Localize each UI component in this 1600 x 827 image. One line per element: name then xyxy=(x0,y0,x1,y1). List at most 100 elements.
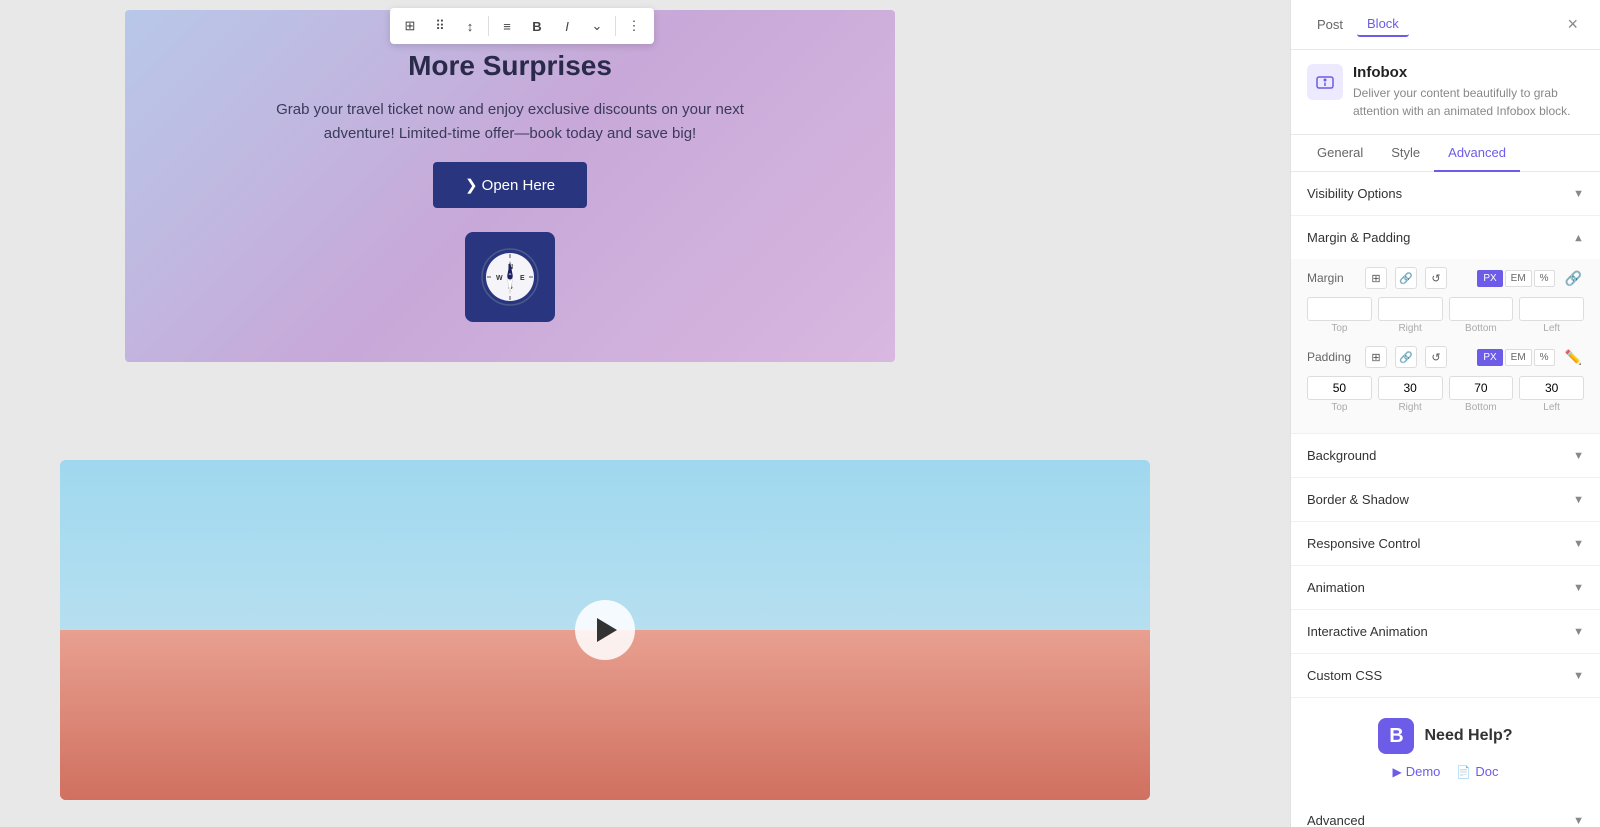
toolbar-italic[interactable]: I xyxy=(553,12,581,40)
padding-right-group: Right xyxy=(1378,376,1443,413)
svg-text:E: E xyxy=(520,275,525,282)
padding-chain-btn[interactable]: ✏️ xyxy=(1563,347,1584,368)
toolbar-options[interactable]: ⋮ xyxy=(620,12,648,40)
doc-label: Doc xyxy=(1475,764,1498,779)
accordion-margin-padding-header[interactable]: Margin & Padding ▼ xyxy=(1291,216,1600,259)
margin-link-btn[interactable]: 🔗 xyxy=(1395,267,1417,289)
svg-text:W: W xyxy=(496,275,503,282)
toolbar-block-icon[interactable]: ⊞ xyxy=(396,12,424,40)
margin-right-label: Right xyxy=(1398,323,1421,334)
accordion-background: Background ▼ xyxy=(1291,434,1600,478)
block-description: Deliver your content beautifully to grab… xyxy=(1353,84,1584,120)
accordion-advanced-bottom-header[interactable]: Advanced ▼ xyxy=(1291,799,1600,827)
panel-header: Post Block × xyxy=(1291,0,1600,50)
demo-label: Demo xyxy=(1406,764,1441,779)
margin-unit-em[interactable]: EM xyxy=(1505,270,1532,287)
demo-link[interactable]: ▶ Demo xyxy=(1393,764,1441,779)
toolbar-divider-1 xyxy=(488,16,489,36)
tab-block[interactable]: Block xyxy=(1357,12,1409,37)
accordion-advanced-bottom: Advanced ▼ xyxy=(1291,799,1600,827)
accordion-background-header[interactable]: Background ▼ xyxy=(1291,434,1600,477)
infobox-description: Grab your travel ticket now and enjoy ex… xyxy=(260,98,760,146)
accordion-margin-padding-chevron: ▼ xyxy=(1573,232,1584,244)
accordion-animation-header[interactable]: Animation ▼ xyxy=(1291,566,1600,609)
margin-bottom-label: Bottom xyxy=(1465,323,1497,334)
margin-bottom-input[interactable] xyxy=(1449,297,1514,321)
margin-left-input[interactable] xyxy=(1519,297,1584,321)
accordion-animation-label: Animation xyxy=(1307,580,1365,595)
padding-bottom-input[interactable] xyxy=(1449,376,1514,400)
toolbar-move[interactable]: ⠿ xyxy=(426,12,454,40)
video-block xyxy=(60,460,1150,800)
sub-tab-style[interactable]: Style xyxy=(1377,135,1434,172)
accordion-custom-css-label: Custom CSS xyxy=(1307,668,1382,683)
padding-top-group: Top xyxy=(1307,376,1372,413)
margin-reset-btn[interactable]: ↺ xyxy=(1425,267,1447,289)
accordion-animation: Animation ▼ xyxy=(1291,566,1600,610)
margin-unit-px[interactable]: PX xyxy=(1477,270,1502,287)
padding-bottom-group: Bottom xyxy=(1449,376,1514,413)
block-info-text: Infobox Deliver your content beautifully… xyxy=(1353,64,1584,120)
padding-link-btn[interactable]: 🔗 xyxy=(1395,346,1417,368)
accordion-interactive-animation-header[interactable]: Interactive Animation ▼ xyxy=(1291,610,1600,653)
margin-unit-percent[interactable]: % xyxy=(1534,270,1555,287)
padding-label: Padding xyxy=(1307,350,1357,364)
accordion-responsive-control: Responsive Control ▼ xyxy=(1291,522,1600,566)
margin-label: Margin xyxy=(1307,271,1357,285)
infobox-title: More Surprises xyxy=(408,50,612,82)
doc-icon: 📄 xyxy=(1456,765,1471,779)
margin-padding-content: Margin ⊞ 🔗 ↺ PX EM % 🔗 Top Right xyxy=(1291,259,1600,433)
compass-svg: N S E W xyxy=(480,247,540,307)
accordion-margin-padding: Margin & Padding ▼ Margin ⊞ 🔗 ↺ PX EM % … xyxy=(1291,216,1600,434)
block-type-icon xyxy=(1307,64,1343,100)
margin-bottom-group: Bottom xyxy=(1449,297,1514,334)
doc-link[interactable]: 📄 Doc xyxy=(1456,764,1498,779)
accordion-animation-chevron: ▼ xyxy=(1573,582,1584,594)
padding-unit-px[interactable]: PX xyxy=(1477,349,1502,366)
margin-left-group: Left xyxy=(1519,297,1584,334)
toolbar-transform[interactable]: ↕ xyxy=(456,12,484,40)
tab-post[interactable]: Post xyxy=(1307,12,1353,37)
panel-tab-group: Post Block xyxy=(1307,12,1409,37)
infobox-block-icon-svg xyxy=(1315,72,1335,92)
padding-unit-group: PX EM % xyxy=(1477,349,1554,366)
sub-tab-general[interactable]: General xyxy=(1303,135,1377,172)
margin-link-all-btn[interactable]: ⊞ xyxy=(1365,267,1387,289)
padding-right-input[interactable] xyxy=(1378,376,1443,400)
padding-link-all-btn[interactable]: ⊞ xyxy=(1365,346,1387,368)
block-name-label: Infobox xyxy=(1353,64,1584,81)
margin-chain-btn[interactable]: 🔗 xyxy=(1563,268,1584,289)
sub-tab-row: General Style Advanced xyxy=(1291,135,1600,172)
padding-unit-percent[interactable]: % xyxy=(1534,349,1555,366)
padding-unit-em[interactable]: EM xyxy=(1505,349,1532,366)
margin-unit-group: PX EM % xyxy=(1477,270,1554,287)
sub-tab-advanced[interactable]: Advanced xyxy=(1434,135,1520,172)
padding-top-input[interactable] xyxy=(1307,376,1372,400)
toolbar-more[interactable]: ⌄ xyxy=(583,12,611,40)
padding-label-row: Padding ⊞ 🔗 ↺ PX EM % ✏️ xyxy=(1307,346,1584,368)
margin-top-group: Top xyxy=(1307,297,1372,334)
right-panel: Post Block × Infobox Deliver your conten… xyxy=(1290,0,1600,827)
toolbar-align[interactable]: ≡ xyxy=(493,12,521,40)
margin-right-group: Right xyxy=(1378,297,1443,334)
padding-bottom-label: Bottom xyxy=(1465,402,1497,413)
padding-reset-btn[interactable]: ↺ xyxy=(1425,346,1447,368)
accordion-advanced-bottom-chevron: ▼ xyxy=(1573,815,1584,827)
accordion-visibility-header[interactable]: Visibility Options ▼ xyxy=(1291,172,1600,215)
accordion-interactive-animation-label: Interactive Animation xyxy=(1307,624,1428,639)
need-help-section: B Need Help? ▶ Demo 📄 Doc xyxy=(1291,698,1600,799)
padding-right-label: Right xyxy=(1398,402,1421,413)
accordion-border-shadow-header[interactable]: Border & Shadow ▼ xyxy=(1291,478,1600,521)
accordion-responsive-control-header[interactable]: Responsive Control ▼ xyxy=(1291,522,1600,565)
close-panel-button[interactable]: × xyxy=(1561,12,1584,37)
accordion-custom-css-header[interactable]: Custom CSS ▼ xyxy=(1291,654,1600,697)
infobox-open-button[interactable]: ❯ Open Here xyxy=(433,162,587,208)
accordion-advanced-bottom-label: Advanced xyxy=(1307,813,1365,827)
margin-top-label: Top xyxy=(1331,323,1347,334)
toolbar-bold[interactable]: B xyxy=(523,12,551,40)
margin-top-input[interactable] xyxy=(1307,297,1372,321)
infobox-block: More Surprises Grab your travel ticket n… xyxy=(125,10,895,362)
padding-left-input[interactable] xyxy=(1519,376,1584,400)
margin-right-input[interactable] xyxy=(1378,297,1443,321)
video-play-button[interactable] xyxy=(575,600,635,660)
